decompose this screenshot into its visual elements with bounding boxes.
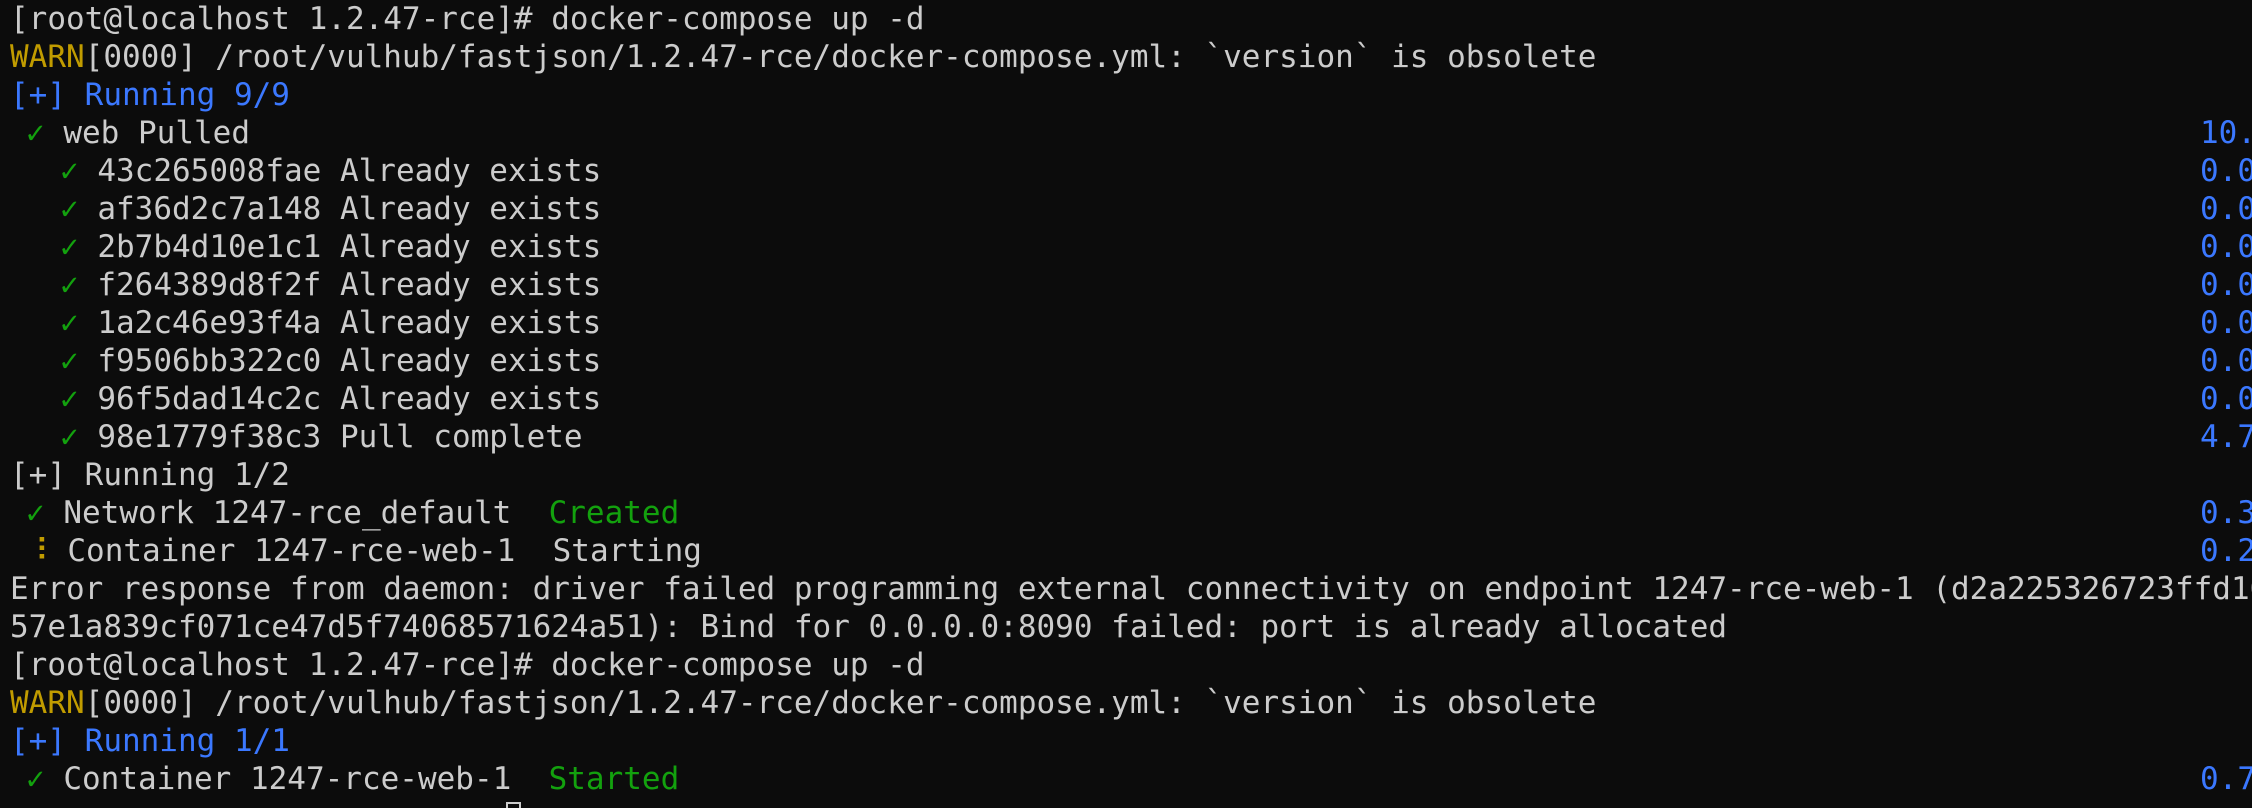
- check-icon: ✓: [60, 191, 79, 227]
- shell-prompt: [root@localhost 1.2.47-rce]#: [10, 1, 552, 37]
- terminal-line: [+] Running 1/1: [0, 722, 2252, 760]
- check-icon: ✓: [26, 495, 45, 531]
- layer-status: 98e1779f38c3 Pull complete: [97, 419, 583, 455]
- container-status: Container 1247-rce-web-1 Starting: [67, 533, 702, 569]
- terminal-line: ✓ f264389d8f2f Already exists 0.0: [0, 266, 2252, 304]
- terminal-line: [root@localhost 1.2.47-rce]# docker-comp…: [0, 646, 2252, 684]
- running-status: [+] Running 9/9: [10, 77, 290, 113]
- terminal-line: 57e1a839cf071ce47d5f74068571624a51): Bin…: [0, 608, 2252, 646]
- shell-command: docker-compose up -d: [551, 647, 925, 683]
- check-icon: ✓: [60, 267, 79, 303]
- check-icon: ✓: [60, 381, 79, 417]
- network-status: Network 1247-rce_default: [63, 495, 549, 531]
- error-message: Error response from daemon: driver faile…: [10, 571, 2252, 607]
- terminal-line: ✓ af36d2c7a148 Already exists 0.0: [0, 190, 2252, 228]
- warn-tag: WARN: [10, 685, 85, 721]
- elapsed-time: 0.0: [2200, 305, 2252, 341]
- terminal-line: [root@localhost 1.2.47-rce]# docker-comp…: [0, 0, 2252, 38]
- layer-status: f9506bb322c0 Already exists: [97, 343, 602, 379]
- terminal-line: Error response from daemon: driver faile…: [0, 570, 2252, 608]
- warn-tag: WARN: [10, 39, 85, 75]
- running-status: [+] Running 1/2: [10, 457, 290, 493]
- terminal-line: ✓ f9506bb322c0 Already exists 0.0: [0, 342, 2252, 380]
- elapsed-time: 0.0: [2200, 229, 2252, 265]
- elapsed-time: 0.3: [2200, 495, 2252, 531]
- layer-status: f264389d8f2f Already exists: [97, 267, 602, 303]
- check-icon: ✓: [26, 115, 45, 151]
- layer-status: 1a2c46e93f4a Already exists: [97, 305, 602, 341]
- check-icon: ✓: [60, 305, 79, 341]
- elapsed-time: 10.7: [2200, 115, 2252, 151]
- terminal-line: ✓ web Pulled 10.7: [0, 114, 2252, 152]
- created-status: Created: [548, 495, 680, 531]
- elapsed-time: 0.2: [2200, 533, 2252, 569]
- shell-command: docker-compose up -d: [551, 1, 925, 37]
- layer-status: 43c265008fae Already exists: [97, 153, 602, 189]
- elapsed-time: 0.0: [2200, 153, 2252, 189]
- elapsed-time: 0.7: [2200, 761, 2252, 797]
- spinner-icon: ⠸: [26, 533, 49, 569]
- elapsed-time: 4.7: [2200, 419, 2252, 455]
- terminal-line: ✓ 98e1779f38c3 Pull complete 4.7: [0, 418, 2252, 456]
- pull-status: web Pulled: [63, 115, 250, 151]
- shell-prompt: [root@localhost 1.2.47-rce]#: [10, 647, 552, 683]
- elapsed-time: 0.0: [2200, 267, 2252, 303]
- terminal-line: WARN[0000] /root/vulhub/fastjson/1.2.47-…: [0, 684, 2252, 722]
- warn-message: [0000] /root/vulhub/fastjson/1.2.47-rce/…: [84, 685, 1597, 721]
- terminal-line: ✓ 43c265008fae Already exists 0.0: [0, 152, 2252, 190]
- terminal-line: ✓ 1a2c46e93f4a Already exists 0.0: [0, 304, 2252, 342]
- terminal-window[interactable]: [root@localhost 1.2.47-rce]# docker-comp…: [0, 0, 2252, 808]
- terminal-line: ✓ 2b7b4d10e1c1 Already exists 0.0: [0, 228, 2252, 266]
- running-status: [+] Running 1/1: [10, 723, 290, 759]
- terminal-line: [+] Running 9/9: [0, 76, 2252, 114]
- check-icon: ✓: [60, 419, 79, 455]
- elapsed-time: 0.0: [2200, 381, 2252, 417]
- elapsed-time: 0.0: [2200, 191, 2252, 227]
- check-icon: ✓: [60, 153, 79, 189]
- layer-status: af36d2c7a148 Already exists: [97, 191, 602, 227]
- terminal-line: [+] Running 1/2: [0, 456, 2252, 494]
- error-message: 57e1a839cf071ce47d5f74068571624a51): Bin…: [10, 609, 1728, 645]
- layer-status: 96f5dad14c2c Already exists: [97, 381, 602, 417]
- text-cursor: [506, 802, 521, 808]
- terminal-line: WARN[0000] /root/vulhub/fastjson/1.2.47-…: [0, 38, 2252, 76]
- check-icon: ✓: [60, 343, 79, 379]
- check-icon: ✓: [60, 229, 79, 265]
- started-status: Started: [548, 761, 680, 797]
- container-status: Container 1247-rce-web-1: [63, 761, 549, 797]
- layer-status: 2b7b4d10e1c1 Already exists: [97, 229, 602, 265]
- terminal-line: ✓ Network 1247-rce_default Created 0.3: [0, 494, 2252, 532]
- terminal-line: ✓ 96f5dad14c2c Already exists 0.0: [0, 380, 2252, 418]
- elapsed-time: 0.0: [2200, 343, 2252, 379]
- check-icon: ✓: [26, 761, 45, 797]
- terminal-line: ⠸ Container 1247-rce-web-1 Starting 0.2: [0, 532, 2252, 570]
- warn-message: [0000] /root/vulhub/fastjson/1.2.47-rce/…: [84, 39, 1597, 75]
- terminal-line: ✓ Container 1247-rce-web-1 Started 0.7: [0, 760, 2252, 798]
